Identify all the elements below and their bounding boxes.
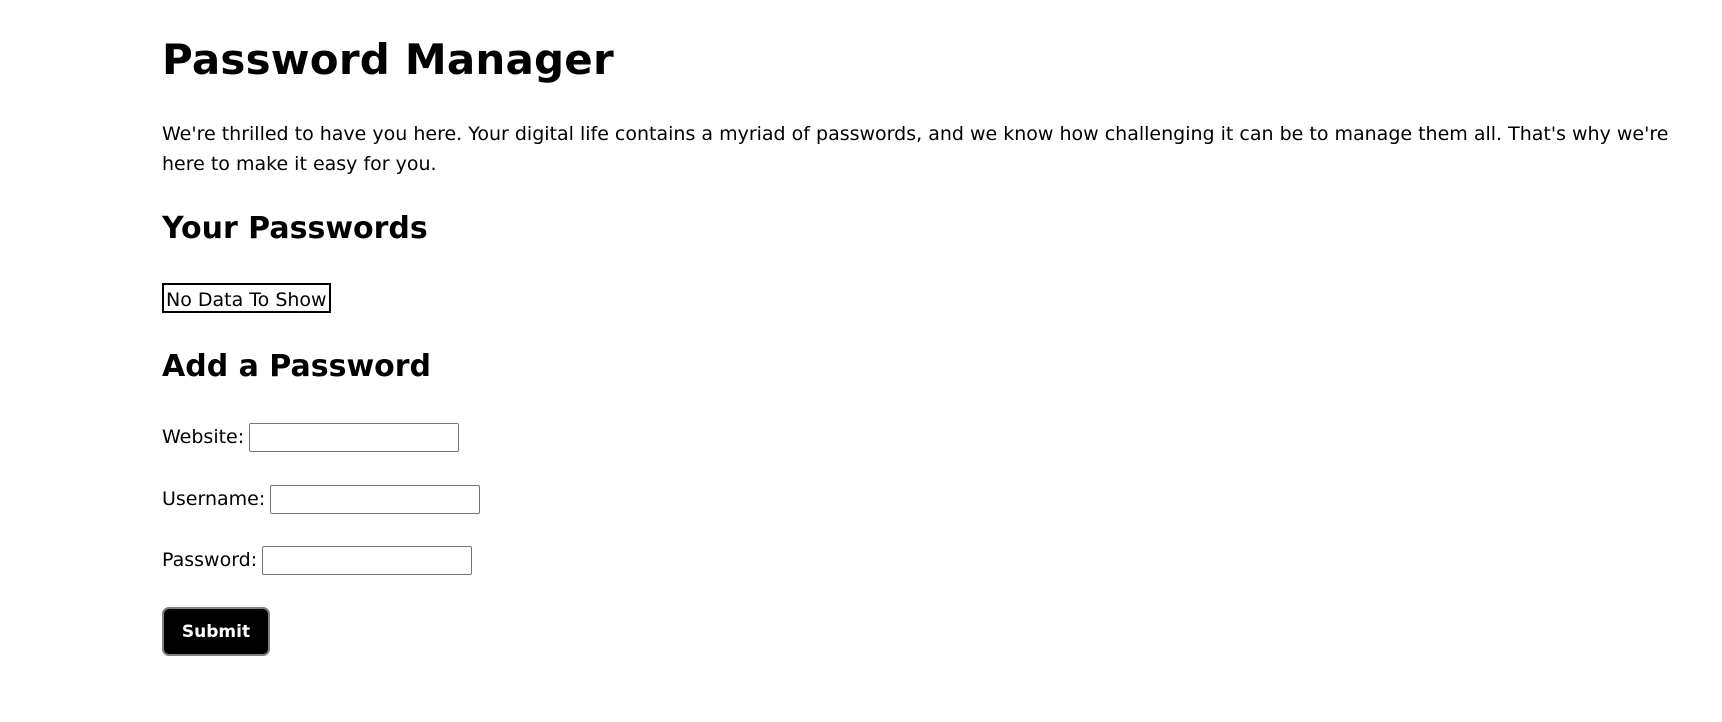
username-input[interactable] xyxy=(270,484,481,514)
empty-state-message: No Data To Show xyxy=(162,283,331,313)
password-input[interactable] xyxy=(262,545,473,575)
username-label: Username: xyxy=(162,488,266,510)
password-row: Password: xyxy=(162,545,473,575)
your-passwords-heading: Your Passwords xyxy=(162,211,428,246)
intro-text: We're thrilled to have you here. Your di… xyxy=(162,123,1669,175)
submit-button[interactable]: Submit xyxy=(162,607,270,656)
website-label: Website: xyxy=(162,426,245,448)
page: Password Manager We're thrilled to have … xyxy=(0,0,1722,722)
password-label: Password: xyxy=(162,549,258,571)
add-password-heading: Add a Password xyxy=(162,349,432,384)
website-row: Website: xyxy=(162,422,460,452)
page-title: Password Manager xyxy=(162,35,614,84)
username-row: Username: xyxy=(162,484,481,514)
website-input[interactable] xyxy=(249,422,460,452)
